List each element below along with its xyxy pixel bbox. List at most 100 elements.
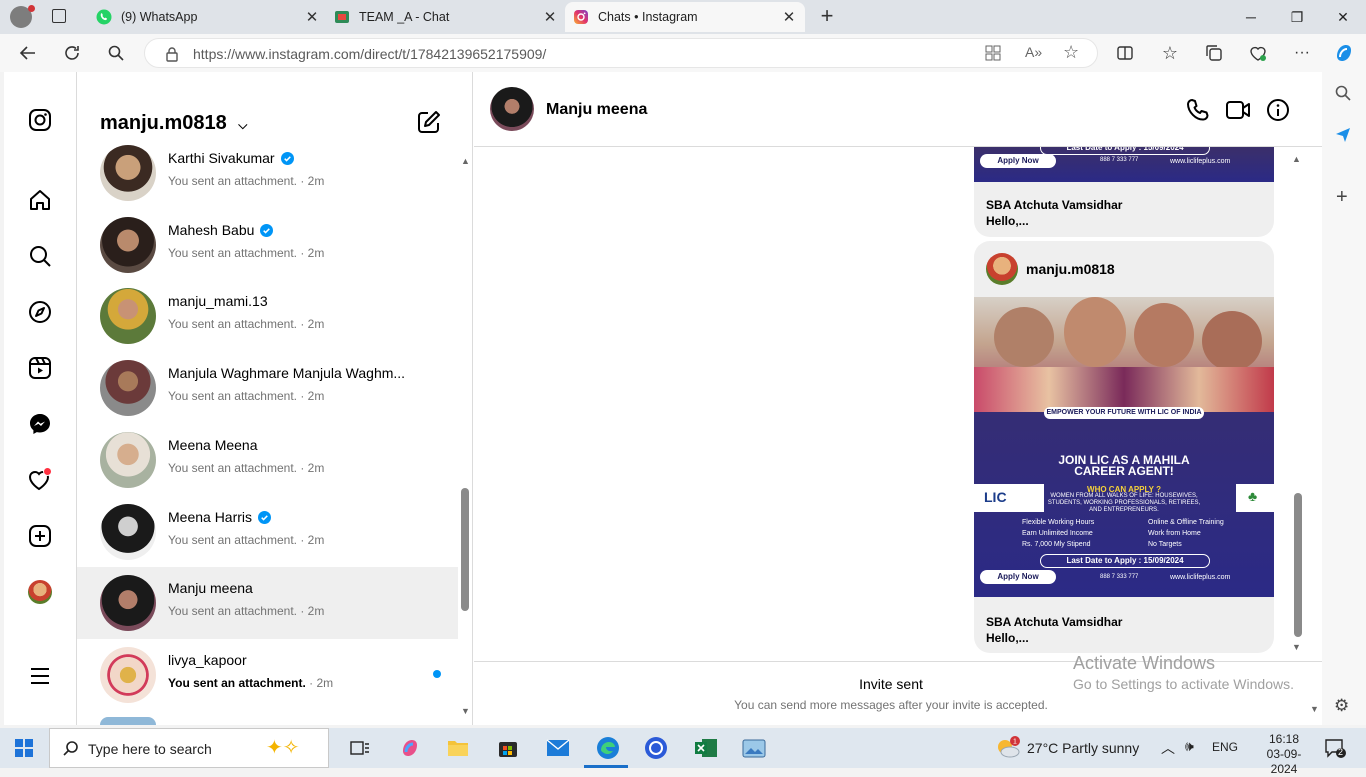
scrollbar-thumb[interactable]: [461, 488, 469, 611]
conversation-item[interactable]: Meena Meena You sent an attachment. · 2m: [77, 424, 458, 496]
tab-instagram[interactable]: Chats • Instagram ✕: [565, 2, 805, 32]
copilot-icon[interactable]: [1330, 39, 1358, 67]
scroll-up-arrow-icon[interactable]: ▲: [461, 156, 470, 166]
weather-icon[interactable]: 1: [994, 734, 1022, 762]
phone-icon[interactable]: [1184, 96, 1212, 124]
avatar: [100, 145, 156, 201]
conversation-preview: You sent an attachment.: [168, 174, 297, 188]
mail-icon[interactable]: [544, 734, 572, 762]
url-text[interactable]: https://www.instagram.com/direct/t/17842…: [193, 46, 546, 62]
language-indicator[interactable]: ENG: [1212, 740, 1238, 754]
chevron-up-icon[interactable]: ︿: [1161, 738, 1175, 758]
weather-text[interactable]: 27°C Partly sunny: [1027, 740, 1139, 756]
profile-avatar[interactable]: [26, 578, 54, 606]
browser-essentials-icon[interactable]: [1244, 39, 1272, 67]
tab-actions-icon[interactable]: [52, 9, 66, 23]
edge-browser-icon[interactable]: [594, 734, 622, 762]
add-sidebar-app-icon[interactable]: +: [1336, 186, 1348, 209]
messenger-app-icon[interactable]: [642, 734, 670, 762]
message-text: Hello,...: [986, 631, 1029, 645]
close-window-button[interactable]: ✕: [1320, 0, 1366, 34]
favorites-icon[interactable]: ☆: [1156, 39, 1184, 67]
start-windows-icon[interactable]: [10, 734, 38, 762]
tab-whatsapp[interactable]: (9) WhatsApp ✕: [88, 2, 328, 32]
conversation-item[interactable]: Mahesh Babu You sent an attachment. · 2m: [77, 209, 458, 281]
close-tab-icon[interactable]: ✕: [542, 8, 558, 26]
refresh-icon[interactable]: [58, 39, 86, 67]
taskbar: Type here to search ✦✧ 1 27°C Partly sun…: [0, 728, 1366, 776]
restore-button[interactable]: ❐: [1274, 0, 1320, 34]
clock[interactable]: 16:18 03-09-2024: [1256, 732, 1312, 777]
task-view-icon[interactable]: [346, 734, 374, 762]
new-message-icon[interactable]: [416, 109, 442, 135]
conversation-item[interactable]: manju_mami.13 You sent an attachment. · …: [77, 280, 458, 352]
scroll-down-arrow-icon[interactable]: ▼: [1310, 704, 1319, 714]
conversation-item[interactable]: Meena Harris You sent an attachment. · 2…: [77, 496, 458, 568]
search-highlights-icon: ✦✧: [266, 737, 300, 759]
shared-post-card[interactable]: Last Date to Apply : 15/09/2024 Apply No…: [974, 147, 1274, 237]
settings-gear-icon[interactable]: ⚙: [1334, 696, 1349, 716]
message-sender: SBA Atchuta Vamsidhar: [986, 198, 1123, 212]
create-icon[interactable]: [26, 522, 54, 550]
explore-icon[interactable]: [26, 298, 54, 326]
read-aloud-icon[interactable]: A»: [1025, 44, 1042, 60]
send-icon[interactable]: [1334, 126, 1352, 144]
back-icon[interactable]: [14, 39, 42, 67]
taskbar-search[interactable]: Type here to search ✦✧: [49, 728, 329, 768]
minimize-button[interactable]: ─: [1228, 0, 1274, 34]
conversation-name: Meena Meena: [168, 437, 258, 453]
conversation-item-selected[interactable]: Manju meena You sent an attachment. · 2m: [77, 567, 458, 639]
search-icon[interactable]: [102, 39, 130, 67]
copilot-icon[interactable]: [396, 734, 424, 762]
store-icon[interactable]: [494, 734, 522, 762]
more-menu-icon[interactable]: [26, 662, 54, 690]
chat-contact-name[interactable]: Manju meena: [546, 101, 647, 119]
tab-title: TEAM _A - Chat: [359, 10, 450, 24]
profile-avatar[interactable]: [10, 5, 35, 28]
scroll-up-arrow-icon[interactable]: ▲: [1292, 154, 1301, 164]
info-icon[interactable]: [1264, 96, 1292, 124]
close-tab-icon[interactable]: ✕: [304, 8, 320, 26]
favorite-star-icon[interactable]: ☆: [1063, 42, 1079, 63]
close-tab-icon[interactable]: ✕: [781, 8, 797, 26]
photos-app-icon[interactable]: [740, 734, 768, 762]
conversation-item[interactable]: livya_kapoor You sent an attachment. · 2…: [77, 639, 458, 711]
new-tab-button[interactable]: +: [816, 4, 838, 28]
scrollbar-thumb[interactable]: [1294, 493, 1302, 637]
app-available-icon[interactable]: [985, 45, 1001, 61]
scroll-down-arrow-icon[interactable]: ▼: [1292, 642, 1301, 652]
verified-badge-icon: [260, 223, 274, 237]
avatar[interactable]: [490, 87, 534, 131]
messenger-icon[interactable]: [26, 410, 54, 438]
tab-title: Chats • Instagram: [598, 10, 698, 24]
conversation-name: livya_kapoor: [168, 652, 247, 668]
conversation-time: · 2m: [296, 389, 325, 403]
scroll-down-arrow-icon[interactable]: ▼: [461, 706, 470, 716]
address-bar[interactable]: https://www.instagram.com/direct/t/17842…: [144, 38, 1098, 68]
search-icon[interactable]: [26, 242, 54, 270]
conversation-item[interactable]: Karthi Sivakumar You sent an attachment.…: [77, 137, 458, 209]
search-icon[interactable]: [1334, 84, 1352, 102]
file-explorer-icon[interactable]: [444, 734, 472, 762]
home-icon[interactable]: [26, 186, 54, 214]
conversation-item[interactable]: Manjula Waghmare Manjula Waghm... You se…: [77, 352, 458, 424]
collections-icon[interactable]: [1200, 39, 1228, 67]
tab-team-chat[interactable]: TEAM _A - Chat ✕: [326, 2, 566, 32]
avatar: [100, 217, 156, 273]
split-screen-icon[interactable]: [1111, 39, 1139, 67]
more-menu-icon[interactable]: ···: [1288, 39, 1316, 67]
reels-icon[interactable]: [26, 354, 54, 382]
notification-count: 2: [1338, 747, 1344, 757]
video-call-icon[interactable]: [1224, 96, 1252, 124]
conversation-time: · 2m: [305, 676, 334, 690]
account-switcher[interactable]: manju.m0818 ⌵: [100, 112, 247, 135]
post-author[interactable]: manju.m0818: [986, 253, 1115, 285]
lock-icon[interactable]: [165, 46, 179, 62]
notifications-icon[interactable]: 2: [1324, 737, 1346, 759]
instagram-logo-icon[interactable]: [26, 106, 54, 134]
shared-post-card[interactable]: manju.m0818 EMPOWER YOUR FUTURE WITH LIC…: [974, 241, 1274, 653]
volume-icon[interactable]: 🕪: [1185, 738, 1194, 755]
poster-tagline: EMPOWER YOUR FUTURE WITH LIC OF INDIA: [1044, 407, 1204, 419]
notifications-heart-icon[interactable]: [26, 466, 54, 494]
excel-icon[interactable]: [692, 734, 720, 762]
